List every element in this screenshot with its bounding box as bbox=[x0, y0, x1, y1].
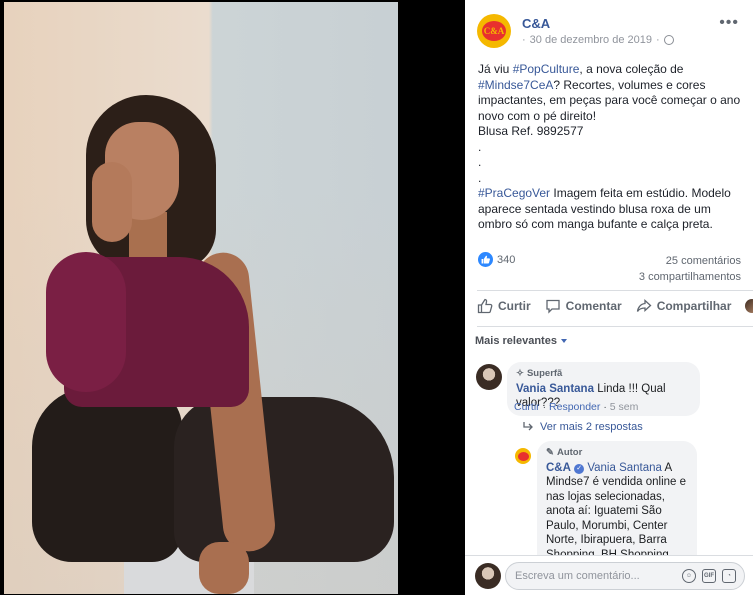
page-name[interactable]: C&A bbox=[522, 16, 550, 31]
comment-author[interactable]: Vania Santana bbox=[516, 383, 594, 395]
fan-badge-label: Superfã bbox=[526, 368, 563, 379]
post-text: Já viu #PopCulture, a nova coleção de #M… bbox=[478, 62, 743, 233]
dot-separator: · bbox=[656, 34, 660, 46]
comment-composer: ☺ GIF ◔ bbox=[465, 555, 753, 595]
user-avatar bbox=[745, 299, 753, 313]
photo-hand bbox=[199, 542, 249, 594]
composer-tools: ☺ GIF ◔ bbox=[682, 569, 744, 583]
hashtag-pracegover[interactable]: #PraCegoVer bbox=[478, 186, 550, 200]
post-text-segment: Já viu bbox=[478, 62, 513, 76]
divider bbox=[477, 326, 753, 327]
reply-page-avatar[interactable] bbox=[515, 448, 531, 464]
comment-input[interactable] bbox=[515, 570, 665, 582]
dot-separator: · bbox=[522, 34, 526, 46]
comment-like-link[interactable]: Curtir bbox=[514, 401, 540, 413]
post-as-selector[interactable] bbox=[745, 299, 753, 313]
comment-sort-label: Mais relevantes bbox=[475, 335, 557, 347]
post-dots: . . . bbox=[478, 139, 482, 185]
fan-badge: ✧ Superfã bbox=[516, 367, 691, 382]
page-logo-small bbox=[517, 451, 529, 461]
page-logo: C&A bbox=[482, 21, 506, 41]
more-options-icon[interactable]: ••• bbox=[719, 14, 739, 32]
diamond-icon: ✧ bbox=[516, 368, 524, 379]
engagement-counts: 25 comentários 3 compartilhamentos bbox=[639, 253, 741, 285]
page-avatar[interactable]: C&A bbox=[477, 14, 511, 48]
share-label: Compartilhar bbox=[656, 299, 732, 313]
hashtag-popculture[interactable]: #PopCulture bbox=[513, 62, 580, 76]
comment-input-box[interactable]: ☺ GIF ◔ bbox=[505, 562, 745, 590]
current-user-avatar bbox=[475, 563, 501, 589]
comment-button[interactable]: Comentar bbox=[545, 298, 622, 314]
post-photo[interactable] bbox=[4, 2, 398, 594]
share-icon bbox=[636, 299, 652, 312]
author-badge: ✎ Autor bbox=[546, 446, 688, 461]
post-text-segment: , a nova coleção de bbox=[579, 62, 684, 76]
chevron-down-icon bbox=[560, 339, 567, 343]
like-button[interactable]: Curtir bbox=[477, 298, 531, 314]
commenter-avatar[interactable] bbox=[476, 364, 502, 390]
photo-pants-right bbox=[174, 397, 394, 562]
emoji-icon[interactable]: ☺ bbox=[682, 569, 696, 583]
comment-label: Comentar bbox=[565, 299, 622, 313]
like-label: Curtir bbox=[498, 299, 531, 313]
shares-count[interactable]: 3 compartilhamentos bbox=[639, 269, 741, 285]
view-more-replies-label: Ver mais 2 respostas bbox=[540, 421, 643, 433]
photo-viewer[interactable] bbox=[0, 0, 465, 595]
like-reaction-icon bbox=[478, 252, 493, 267]
likes-count: 340 bbox=[497, 253, 516, 266]
comment-sort-dropdown[interactable]: Mais relevantes bbox=[475, 335, 567, 347]
gif-icon[interactable]: GIF bbox=[702, 569, 716, 583]
reply-author[interactable]: C&A bbox=[546, 462, 571, 474]
globe-icon[interactable] bbox=[663, 35, 674, 45]
post-meta: · 30 de dezembro de 2019 · bbox=[522, 34, 674, 46]
reactions-summary[interactable]: 340 bbox=[478, 252, 515, 267]
view-more-replies[interactable]: Ver mais 2 respostas bbox=[522, 421, 643, 433]
action-bar: Curtir Comentar Compartilhar bbox=[477, 298, 753, 314]
comment-actions: Curtir · Responder · 5 sem bbox=[514, 401, 638, 413]
thumbs-up-icon bbox=[477, 298, 493, 314]
sticker-icon[interactable]: ◔ bbox=[722, 569, 736, 583]
reply-mention[interactable]: Vania Santana bbox=[587, 462, 662, 474]
comment-reply-link[interactable]: Responder bbox=[549, 401, 600, 413]
comments-count[interactable]: 25 comentários bbox=[639, 253, 741, 269]
share-button[interactable]: Compartilhar bbox=[636, 298, 732, 314]
reply-arrow-icon bbox=[523, 422, 533, 431]
comment-time[interactable]: 5 sem bbox=[610, 401, 639, 413]
post-ref: Blusa Ref. 9892577 bbox=[478, 124, 584, 138]
comment-icon bbox=[546, 299, 560, 314]
divider bbox=[477, 290, 753, 291]
verified-badge-icon: ✓ bbox=[574, 463, 585, 474]
post-paragraph: Já viu #PopCulture, a nova coleção de #M… bbox=[478, 62, 743, 124]
photo-chin-hand bbox=[92, 162, 132, 242]
photo-pants-left bbox=[32, 387, 182, 562]
hashtag-mindse7[interactable]: #Mindse7CeA bbox=[478, 78, 553, 92]
post-date[interactable]: 30 de dezembro de 2019 bbox=[530, 34, 652, 46]
author-badge-label: Autor bbox=[556, 447, 583, 458]
pencil-icon: ✎ bbox=[546, 447, 554, 458]
post-description: #PraCegoVer Imagem feita em estúdio. Mod… bbox=[478, 186, 743, 233]
post-panel: C&A C&A · 30 de dezembro de 2019 · ••• J… bbox=[465, 0, 753, 595]
photo-sleeve bbox=[46, 252, 126, 392]
